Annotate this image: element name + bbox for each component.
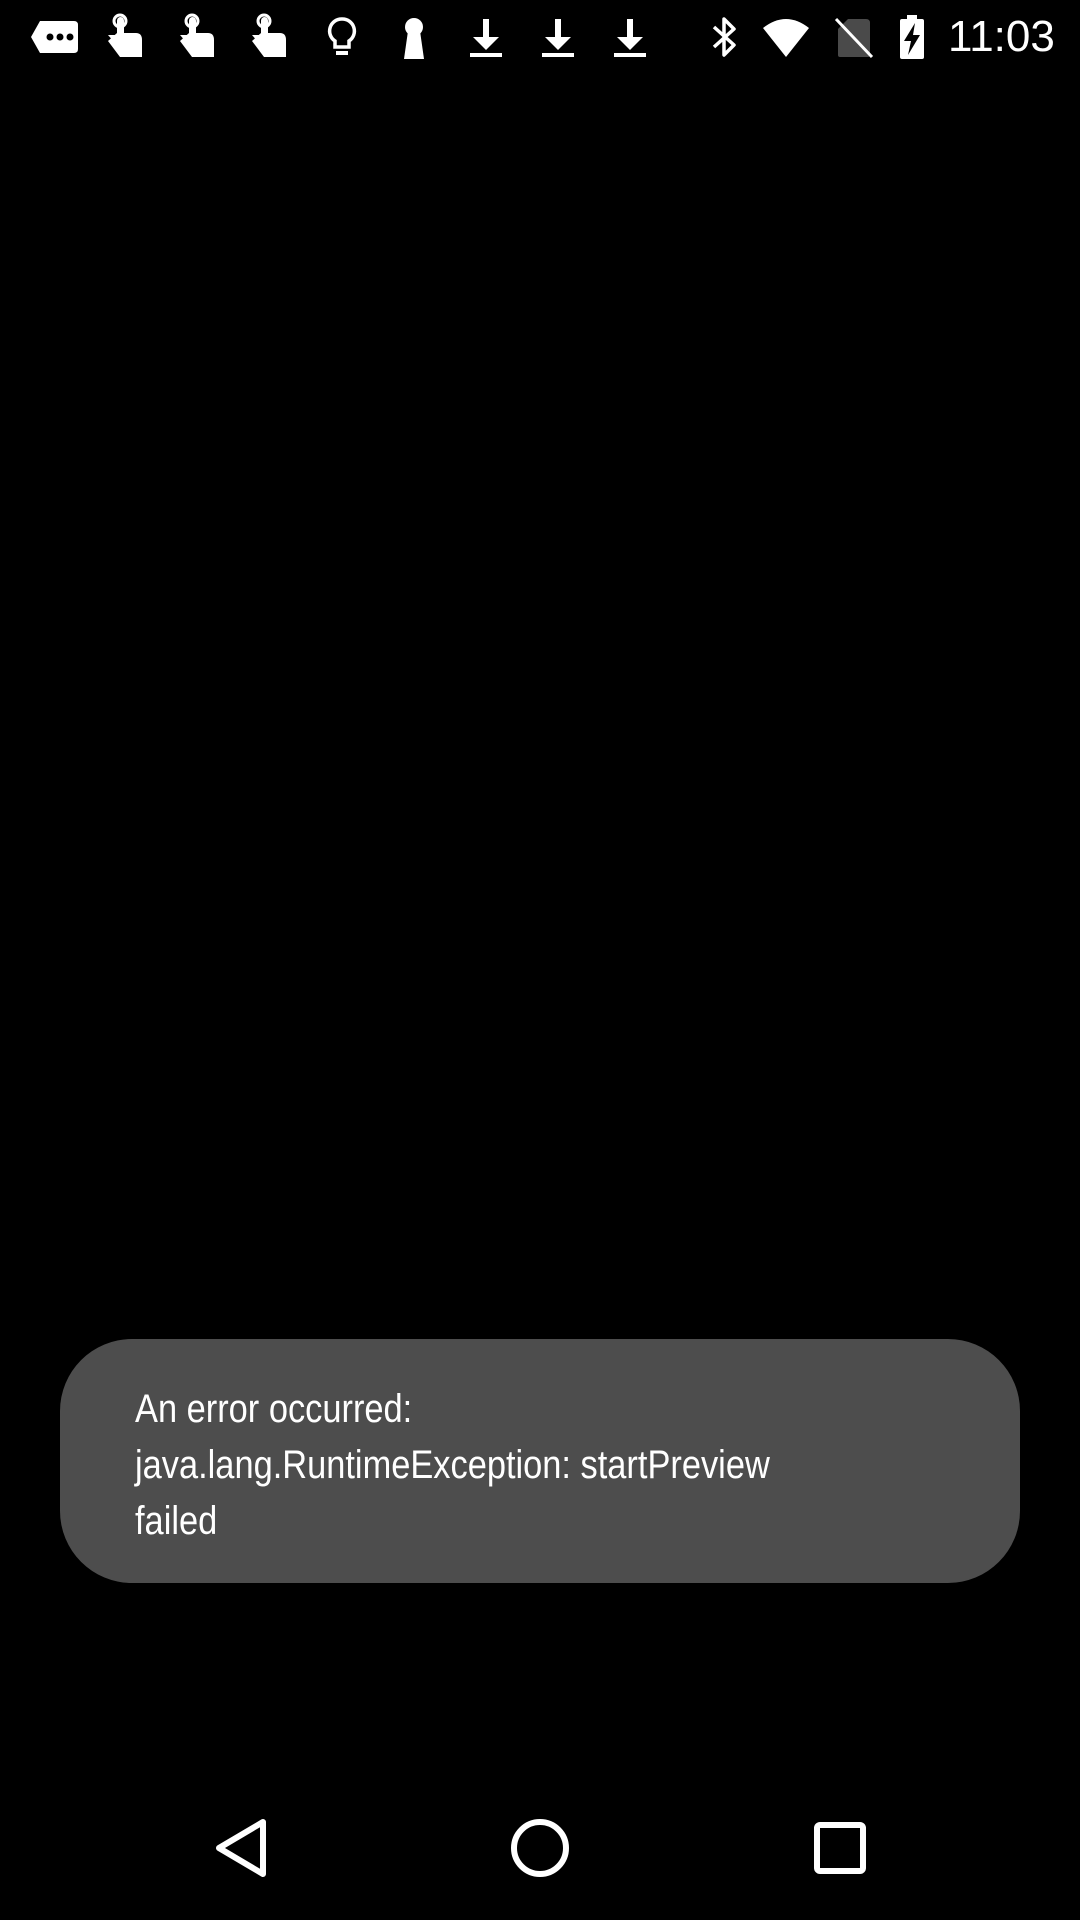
status-bar-clock: 11:03 [948,12,1055,61]
recents-button[interactable] [792,1800,888,1896]
error-toast: An error occurred: java.lang.RuntimeExce… [60,1339,1020,1583]
touch-app-icon [102,13,150,61]
download-icon [606,13,654,61]
wifi-icon [762,13,810,61]
no-sim-icon [830,13,878,61]
touch-app-icon [246,13,294,61]
back-icon [216,1819,266,1877]
navigation-bar [0,1776,1080,1920]
battery-charging-icon [888,13,936,61]
home-button[interactable] [492,1800,588,1896]
keyhole-icon [390,13,438,61]
lightbulb-icon [318,13,366,61]
bluetooth-icon [700,13,748,61]
touch-app-icon [174,13,222,61]
download-icon [462,13,510,61]
back-button[interactable] [193,1800,289,1896]
recents-icon [814,1822,866,1874]
download-icon [534,13,582,61]
home-icon [511,1819,569,1877]
toast-message: An error occurred: java.lang.RuntimeExce… [135,1387,770,1543]
more-notifications-icon [30,13,78,61]
status-bar: 11:03 [0,0,1080,75]
